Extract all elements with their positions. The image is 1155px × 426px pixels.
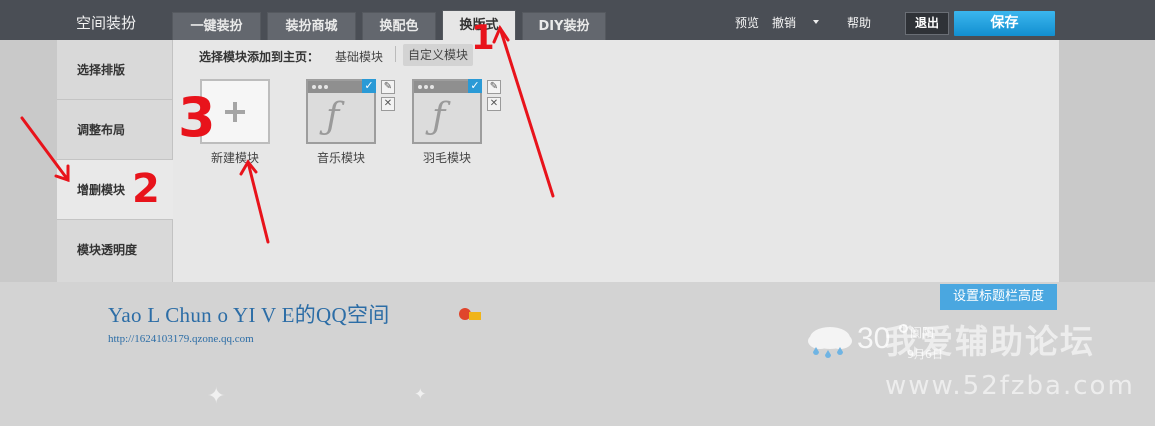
dot-icon: [318, 85, 322, 89]
dot-icon: [430, 85, 434, 89]
flash-icon: ƒ: [326, 96, 340, 137]
app-title: 空间装扮: [76, 14, 137, 32]
star-icon: ✦: [207, 384, 226, 409]
star-icon: ✦: [414, 385, 427, 403]
subtab-divider: [395, 46, 396, 62]
dot-icon: [424, 85, 428, 89]
annotation-number-3: 3: [178, 86, 216, 149]
space-title[interactable]: Yao L Chun o YI V E的QQ空间: [108, 299, 390, 329]
annotation-number-1: 1: [471, 18, 495, 58]
level-icon: [459, 308, 481, 320]
dot-icon: [324, 85, 328, 89]
watermark-title: 我爱辅助论坛: [885, 322, 1095, 361]
undo-link[interactable]: 撤销: [772, 14, 796, 31]
space-url[interactable]: http://1624103179.qzone.qq.com: [108, 333, 254, 345]
watermark-url: www.52fzba.com: [885, 371, 1135, 401]
sidebar-item-choose-layout[interactable]: 选择排版: [57, 40, 172, 100]
flash-icon: ƒ: [432, 96, 446, 137]
help-link[interactable]: 帮助: [847, 14, 871, 31]
tab-diy[interactable]: DIY装扮: [522, 12, 606, 40]
feather-module-label: 羽毛模块: [422, 151, 471, 165]
rain-cloud-icon: [808, 327, 852, 358]
subtab-custom[interactable]: 自定义模块: [403, 44, 474, 66]
subtab-basic[interactable]: 基础模块: [335, 48, 383, 65]
edit-icon[interactable]: ✎: [487, 80, 501, 94]
close-icon[interactable]: ✕: [381, 97, 395, 111]
plus-icon-stem: [233, 102, 237, 122]
new-module-label: 新建模块: [210, 151, 259, 165]
close-icon[interactable]: ✕: [487, 97, 501, 111]
sidebar-item-adjust-layout[interactable]: 调整布局: [57, 100, 172, 160]
chevron-down-icon[interactable]: [813, 20, 819, 24]
tab-one-click[interactable]: 一键装扮: [172, 12, 261, 40]
tab-store[interactable]: 装扮商城: [267, 12, 356, 40]
dot-icon: [418, 85, 422, 89]
set-title-height-button[interactable]: 设置标题栏高度: [940, 284, 1057, 310]
edit-icon[interactable]: ✎: [381, 80, 395, 94]
save-button[interactable]: 保存: [954, 11, 1055, 36]
checkmark-icon[interactable]: ✓: [468, 79, 482, 93]
music-module-label: 音乐模块: [316, 151, 365, 165]
exit-button[interactable]: 退出: [905, 12, 949, 35]
select-label: 选择模块添加到主页：: [199, 50, 320, 64]
annotation-number-2: 2: [132, 166, 160, 212]
checkmark-icon[interactable]: ✓: [362, 79, 376, 93]
dot-icon: [312, 85, 316, 89]
sidebar-item-transparency[interactable]: 模块透明度: [57, 220, 172, 280]
tab-color[interactable]: 换配色: [362, 12, 436, 40]
preview-link[interactable]: 预览: [735, 14, 759, 31]
